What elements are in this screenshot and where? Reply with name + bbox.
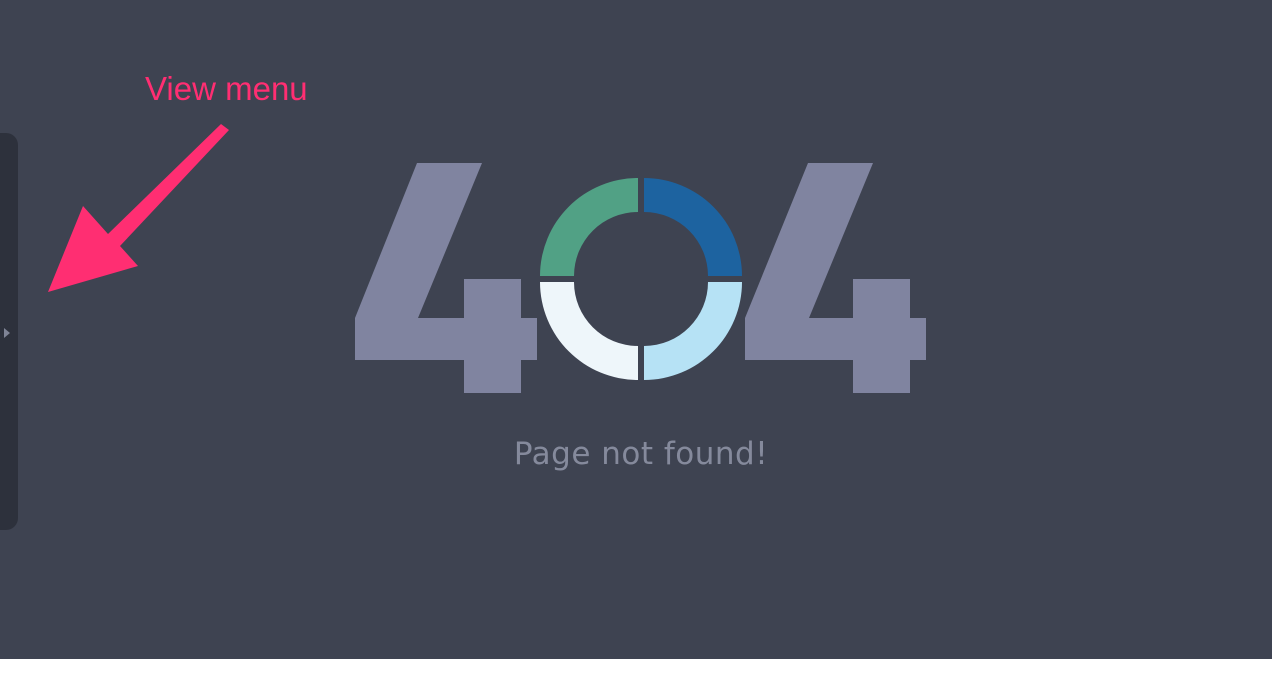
ring-segment-top-right: [644, 178, 742, 276]
error-code-graphic: [355, 163, 926, 393]
digit-four-left: [355, 163, 537, 393]
ring-segment-top-left: [540, 178, 638, 276]
digit-zero-ring: [540, 178, 742, 380]
ring-segment-bottom-left: [540, 282, 638, 380]
error-message: Page not found!: [513, 436, 769, 472]
error-page: View menu 4 0 4 Page not found!: [0, 0, 1272, 659]
ring-segment-bottom-right: [644, 282, 742, 380]
digit-four-right: [745, 163, 926, 393]
